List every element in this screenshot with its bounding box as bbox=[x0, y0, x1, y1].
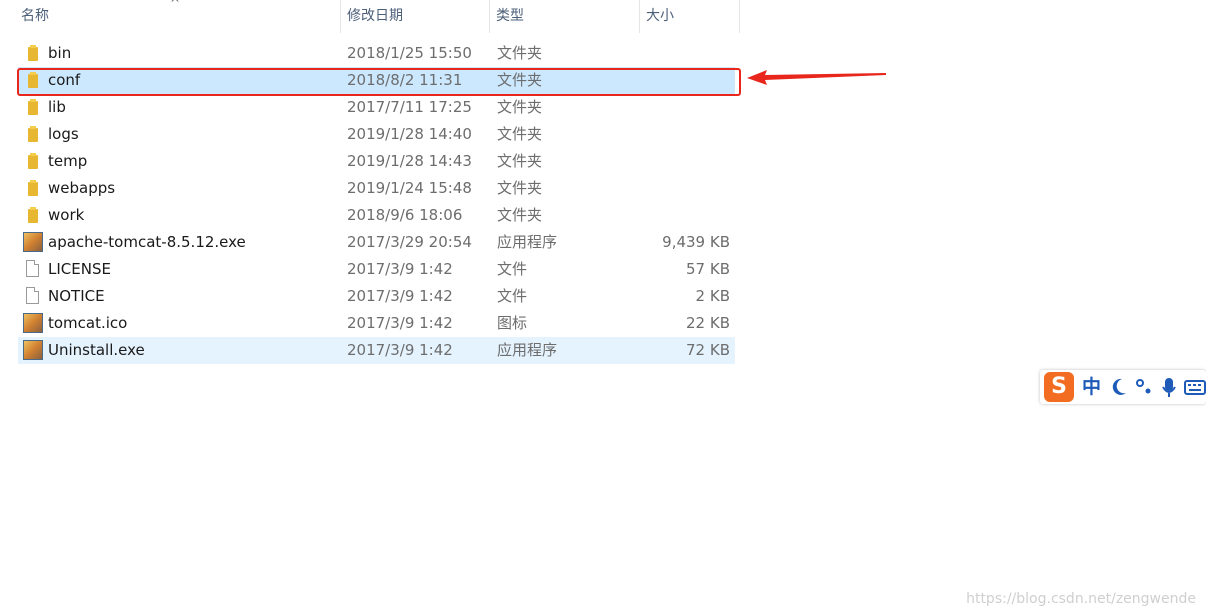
file-date: 2017/3/9 1:42 bbox=[347, 260, 453, 278]
keyboard-icon[interactable] bbox=[1184, 375, 1206, 399]
file-name: lib bbox=[48, 98, 66, 116]
file-name: bin bbox=[48, 44, 72, 62]
file-name: tomcat.ico bbox=[48, 314, 128, 332]
folder-icon bbox=[28, 180, 38, 196]
column-header: ^ 名称 修改日期 类型 大小 bbox=[0, 0, 740, 33]
file-row[interactable]: webapps 2019/1/24 15:48 文件夹 bbox=[18, 175, 735, 202]
column-date-header[interactable]: 修改日期 bbox=[340, 0, 489, 33]
file-row[interactable]: LICENSE 2017/3/9 1:42 文件 57 KB bbox=[18, 256, 735, 283]
file-size: 57 KB bbox=[686, 260, 730, 278]
file-type: 文件 bbox=[497, 260, 528, 278]
column-date-label: 修改日期 bbox=[347, 8, 403, 24]
column-name-header[interactable]: 名称 bbox=[14, 0, 340, 33]
file-date: 2017/3/9 1:42 bbox=[347, 314, 453, 332]
folder-icon bbox=[28, 153, 38, 169]
file-type: 应用程序 bbox=[497, 341, 558, 359]
file-type: 图标 bbox=[497, 314, 528, 332]
punctuation-icon[interactable] bbox=[1134, 375, 1154, 399]
file-type: 文件夹 bbox=[497, 44, 543, 62]
file-row[interactable]: lib 2017/7/11 17:25 文件夹 bbox=[18, 94, 735, 121]
column-name-label: 名称 bbox=[21, 8, 49, 24]
file-type: 文件夹 bbox=[497, 206, 543, 224]
file-type: 文件夹 bbox=[497, 125, 543, 143]
file-date: 2017/3/9 1:42 bbox=[347, 341, 453, 359]
file-date: 2018/1/25 15:50 bbox=[347, 44, 472, 62]
column-type-label: 类型 bbox=[496, 8, 524, 24]
annotation-highlight-box bbox=[17, 68, 741, 96]
file-type: 文件 bbox=[497, 287, 528, 305]
file-size: 72 KB bbox=[686, 341, 730, 359]
tomcat-app-icon bbox=[23, 340, 43, 360]
file-date: 2019/1/24 15:48 bbox=[347, 179, 472, 197]
column-divider[interactable] bbox=[739, 0, 740, 33]
sogou-logo-icon[interactable]: S bbox=[1044, 372, 1074, 402]
column-size-header[interactable]: 大小 bbox=[639, 0, 739, 33]
file-size: 2 KB bbox=[695, 287, 730, 305]
file-name: logs bbox=[48, 125, 79, 143]
column-size-label: 大小 bbox=[646, 8, 674, 24]
tomcat-app-icon bbox=[23, 232, 43, 252]
column-type-header[interactable]: 类型 bbox=[489, 0, 639, 33]
file-name: webapps bbox=[48, 179, 116, 197]
file-date: 2017/3/29 20:54 bbox=[347, 233, 472, 251]
file-row[interactable]: NOTICE 2017/3/9 1:42 文件 2 KB bbox=[18, 283, 735, 310]
file-row[interactable]: tomcat.ico 2017/3/9 1:42 图标 22 KB bbox=[18, 310, 735, 337]
file-name: Uninstall.exe bbox=[48, 341, 145, 359]
folder-icon bbox=[28, 45, 38, 61]
file-icon bbox=[26, 287, 39, 304]
file-row[interactable]: temp 2019/1/28 14:43 文件夹 bbox=[18, 148, 735, 175]
file-icon bbox=[26, 260, 39, 277]
file-row[interactable]: logs 2019/1/28 14:40 文件夹 bbox=[18, 121, 735, 148]
file-name: temp bbox=[48, 152, 88, 170]
file-date: 2019/1/28 14:43 bbox=[347, 152, 472, 170]
file-size: 22 KB bbox=[686, 314, 730, 332]
watermark: https://blog.csdn.net/zengwende bbox=[966, 591, 1196, 607]
file-type: 文件夹 bbox=[497, 179, 543, 197]
ime-toolbar: S 中 bbox=[1040, 370, 1206, 404]
file-type: 文件夹 bbox=[497, 98, 543, 116]
file-name: work bbox=[48, 206, 85, 224]
file-row[interactable]: work 2018/9/6 18:06 文件夹 bbox=[18, 202, 735, 229]
file-type: 应用程序 bbox=[497, 233, 558, 251]
file-date: 2019/1/28 14:40 bbox=[347, 125, 472, 143]
file-size: 9,439 KB bbox=[662, 233, 730, 251]
file-date: 2017/3/9 1:42 bbox=[347, 287, 453, 305]
file-row[interactable]: apache-tomcat-8.5.12.exe 2017/3/29 20:54 应… bbox=[18, 229, 735, 256]
file-name: LICENSE bbox=[48, 260, 111, 278]
file-name: apache-tomcat-8.5.12.exe bbox=[48, 233, 246, 251]
microphone-icon[interactable] bbox=[1160, 375, 1178, 399]
file-row[interactable]: Uninstall.exe 2017/3/9 1:42 应用程序 72 KB bbox=[18, 337, 735, 364]
ime-mode-toggle[interactable]: 中 bbox=[1082, 375, 1101, 399]
folder-icon bbox=[28, 99, 38, 115]
file-name: NOTICE bbox=[48, 287, 105, 305]
file-type: 文件夹 bbox=[497, 152, 543, 170]
file-date: 2017/7/11 17:25 bbox=[347, 98, 472, 116]
file-date: 2018/9/6 18:06 bbox=[347, 206, 463, 224]
annotation-arrow-icon bbox=[747, 70, 886, 85]
moon-icon[interactable] bbox=[1110, 375, 1128, 399]
folder-icon bbox=[28, 207, 38, 223]
file-row[interactable]: bin 2018/1/25 15:50 文件夹 bbox=[18, 40, 735, 67]
tomcat-app-icon bbox=[23, 313, 43, 333]
folder-icon bbox=[28, 126, 38, 142]
